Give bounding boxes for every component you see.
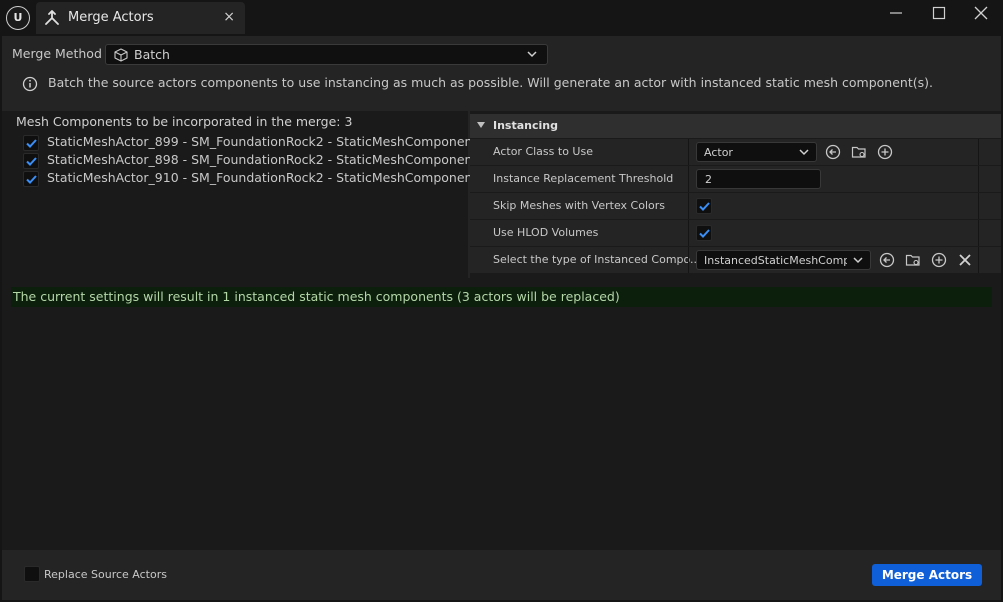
tab-title: Merge Actors [68, 10, 154, 25]
column-divider [978, 139, 979, 165]
minimize-icon [890, 12, 902, 14]
title-bar: U Merge Actors × [0, 0, 1003, 36]
property-row-actor-class: Actor Class to Use Actor [470, 139, 1001, 165]
footer-bar: Replace Source Actors Merge Actors [2, 550, 1001, 600]
instancing-category-header[interactable]: Instancing [470, 114, 1001, 138]
maximize-icon [932, 6, 946, 20]
property-row-threshold: Instance Replacement Threshold 2 [470, 166, 1001, 192]
use-selected-icon[interactable] [825, 144, 841, 160]
browse-folder-icon[interactable] [905, 252, 921, 268]
instanced-type-dropdown[interactable]: InstancedStaticMeshCompo [696, 250, 871, 270]
mesh-checkbox[interactable] [23, 153, 39, 169]
mesh-checkbox[interactable] [23, 135, 39, 151]
info-text: Batch the source actors components to us… [48, 75, 933, 90]
result-area [2, 278, 1001, 550]
chevron-down-icon [799, 149, 809, 156]
instanced-type-value: InstancedStaticMeshCompo [704, 254, 847, 267]
checkmark-icon [699, 229, 710, 238]
mesh-components-header: Mesh Components to be incorporated in th… [16, 114, 353, 129]
unreal-logo-icon: U [6, 6, 30, 30]
checkmark-icon [26, 157, 37, 166]
collapse-arrow-icon [477, 122, 485, 128]
property-row-instanced-type: Select the type of Instanced Compo... In… [470, 247, 1001, 273]
property-name: Skip Meshes with Vertex Colors [493, 199, 665, 212]
merge-method-dropdown[interactable]: Batch [105, 44, 548, 65]
property-row-skip-vertex-colors: Skip Meshes with Vertex Colors [470, 193, 1001, 219]
add-icon[interactable] [877, 144, 893, 160]
threshold-value: 2 [705, 173, 712, 186]
instancing-settings-panel: Instancing Actor Class to Use Actor Inst… [470, 111, 1001, 278]
column-divider [978, 247, 979, 273]
replace-source-actors-label: Replace Source Actors [44, 568, 167, 581]
column-divider [978, 193, 979, 219]
merge-method-label: Merge Method [12, 46, 102, 61]
mesh-item-label: StaticMeshActor_899 - SM_FoundationRock2… [47, 134, 486, 149]
threshold-input[interactable]: 2 [696, 169, 821, 189]
column-divider [688, 166, 689, 192]
tab-merge-actors[interactable]: Merge Actors × [36, 2, 245, 34]
checkmark-icon [26, 139, 37, 148]
column-divider [978, 220, 979, 246]
result-message: The current settings will result in 1 in… [11, 287, 992, 307]
merge-actors-panel: Merge Method Batch Batch the source acto… [2, 36, 1001, 600]
column-divider [688, 247, 689, 273]
mesh-components-panel: Mesh Components to be incorporated in th… [2, 111, 485, 278]
info-icon [22, 76, 38, 92]
mesh-checkbox[interactable] [23, 171, 39, 187]
property-row-use-hlod: Use HLOD Volumes [470, 220, 1001, 246]
merge-actors-icon [45, 10, 59, 25]
property-name: Instance Replacement Threshold [493, 172, 674, 185]
tab-close-icon[interactable]: × [223, 9, 235, 25]
property-name: Use HLOD Volumes [493, 226, 599, 239]
actor-class-dropdown[interactable]: Actor [696, 142, 817, 162]
property-name: Select the type of Instanced Compo... [493, 253, 701, 266]
merge-actors-button[interactable]: Merge Actors [872, 564, 982, 586]
column-divider [688, 139, 689, 165]
column-divider [978, 166, 979, 192]
merge-method-value: Batch [134, 47, 170, 62]
use-selected-icon[interactable] [879, 252, 895, 268]
browse-folder-icon[interactable] [851, 144, 867, 160]
column-divider [688, 193, 689, 219]
property-name: Actor Class to Use [493, 145, 593, 158]
actor-class-value: Actor [704, 146, 733, 159]
batch-cube-icon [114, 48, 128, 62]
clear-icon[interactable] [957, 252, 973, 268]
mesh-item-label: StaticMeshActor_898 - SM_FoundationRock2… [47, 152, 486, 167]
minimize-button[interactable] [876, 2, 916, 24]
use-hlod-checkbox[interactable] [696, 225, 712, 241]
instancing-category-label: Instancing [493, 119, 558, 132]
add-icon[interactable] [931, 252, 947, 268]
chevron-down-icon [853, 257, 863, 264]
mesh-item-label: StaticMeshActor_910 - SM_FoundationRock2… [47, 170, 486, 185]
skip-vertex-colors-checkbox[interactable] [696, 198, 712, 214]
close-icon [974, 6, 988, 20]
checkmark-icon [699, 202, 710, 211]
column-divider [688, 220, 689, 246]
checkmark-icon [26, 175, 37, 184]
chevron-down-icon [527, 51, 537, 58]
result-text: The current settings will result in 1 in… [13, 289, 620, 304]
close-window-button[interactable] [961, 2, 1001, 24]
maximize-button[interactable] [919, 2, 959, 24]
replace-source-actors-checkbox[interactable] [24, 566, 40, 582]
